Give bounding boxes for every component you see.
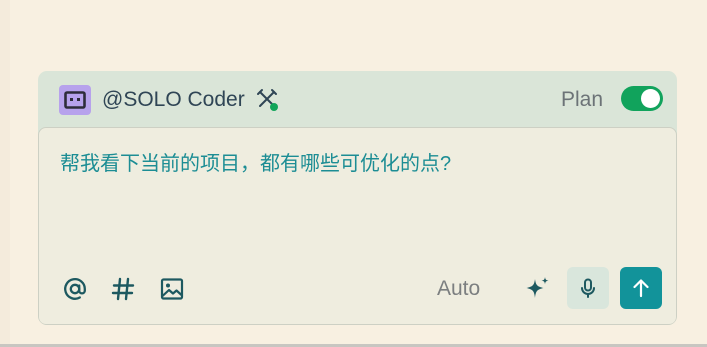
- prompt-input[interactable]: 帮我看下当前的项目，都有哪些可优化的点?: [60, 150, 650, 178]
- send-button[interactable]: [620, 267, 662, 309]
- status-dot: [270, 103, 278, 111]
- agent-header: @SOLO Coder Plan: [38, 71, 677, 127]
- chat-composer: @SOLO Coder Plan 帮我看下当前的项目，都有哪些可优化的点? Au…: [38, 71, 677, 325]
- at-icon[interactable]: [61, 275, 89, 303]
- plan-label: Plan: [561, 88, 604, 111]
- sparkle-icon[interactable]: [522, 274, 552, 304]
- plan-toggle-knob: [641, 89, 660, 108]
- image-icon[interactable]: [158, 275, 186, 303]
- agent-avatar: [59, 85, 91, 115]
- agent-name[interactable]: @SOLO Coder: [102, 86, 245, 113]
- hash-icon[interactable]: [109, 275, 137, 303]
- arrow-up-icon: [633, 279, 649, 298]
- mode-select[interactable]: Auto: [437, 274, 480, 304]
- page-left-edge: [0, 0, 10, 347]
- microphone-icon: [581, 278, 595, 298]
- plan-toggle[interactable]: [621, 86, 663, 111]
- voice-input-button[interactable]: [567, 267, 609, 309]
- prompt-input-card: 帮我看下当前的项目，都有哪些可优化的点? Auto: [38, 127, 677, 325]
- terminal-icon: [64, 91, 86, 109]
